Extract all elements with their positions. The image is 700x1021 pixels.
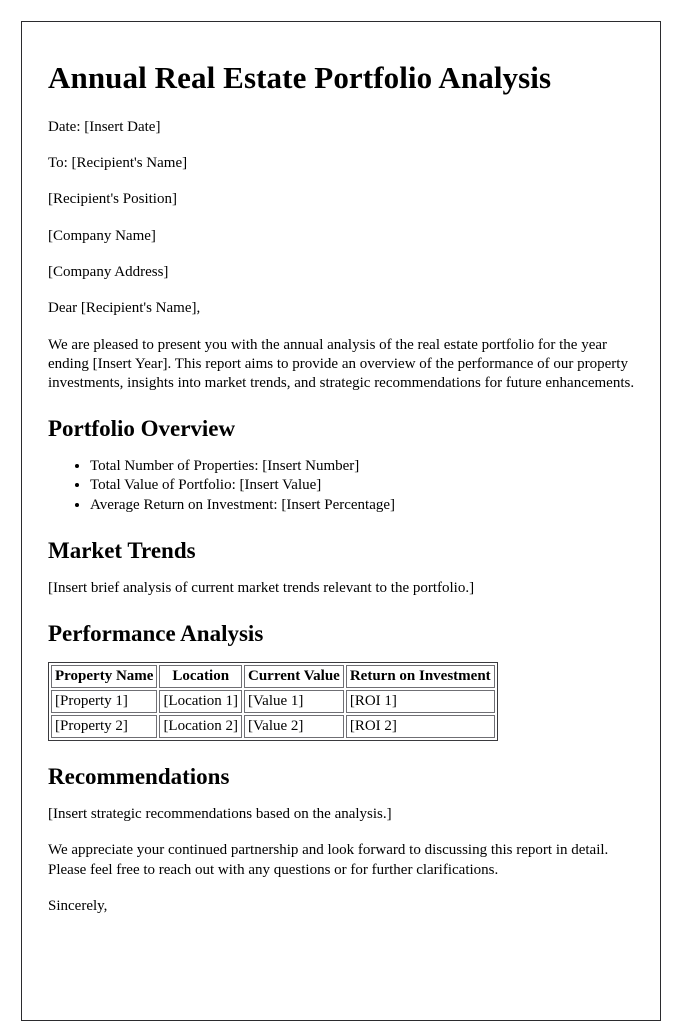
column-header-location: Location xyxy=(159,664,242,689)
column-header-property-name: Property Name xyxy=(51,664,158,689)
closing-block: We appreciate your continued partnership… xyxy=(48,841,636,916)
document-page: Annual Real Estate Portfolio Analysis Da… xyxy=(21,21,661,1021)
cell-return-on-investment: [ROI 1] xyxy=(345,690,495,714)
document-body: Annual Real Estate Portfolio Analysis Da… xyxy=(48,60,636,916)
date-line: Date: [Insert Date] xyxy=(48,118,161,135)
table-header-row: Property Name Location Current Value Ret… xyxy=(51,664,495,689)
column-header-return-on-investment: Return on Investment xyxy=(345,664,495,689)
cell-location: [Location 2] xyxy=(159,715,242,739)
cell-current-value: [Value 2] xyxy=(244,715,344,739)
list-item: Total Number of Properties: [Insert Numb… xyxy=(90,457,636,477)
closing-paragraph: We appreciate your continued partnership… xyxy=(48,842,609,878)
table-row: [Property 1] [Location 1] [Value 1] [ROI… xyxy=(51,690,495,714)
section-heading-market-trends: Market Trends xyxy=(48,538,196,564)
performance-analysis-table: Property Name Location Current Value Ret… xyxy=(48,661,498,742)
table-row: [Property 2] [Location 2] [Value 2] [ROI… xyxy=(51,715,495,739)
company-address-line: [Company Address] xyxy=(48,264,169,281)
recipient-name-line: To: [Recipient's Name] xyxy=(48,154,188,171)
salutation: Dear [Recipient's Name], xyxy=(48,300,201,317)
cell-current-value: [Value 1] xyxy=(244,690,344,714)
cell-location: [Location 1] xyxy=(159,690,242,714)
cell-property-name: [Property 2] xyxy=(51,715,158,739)
list-item: Total Value of Portfolio: [Insert Value] xyxy=(90,476,636,496)
cell-return-on-investment: [ROI 2] xyxy=(345,715,495,739)
section-heading-portfolio-overview: Portfolio Overview xyxy=(48,416,236,442)
screenshot-canvas: Annual Real Estate Portfolio Analysis Da… xyxy=(0,0,700,1021)
market-trends-body: [Insert brief analysis of current market… xyxy=(48,579,475,596)
column-header-current-value: Current Value xyxy=(244,664,344,689)
company-name-line: [Company Name] xyxy=(48,227,156,244)
page-title: Annual Real Estate Portfolio Analysis xyxy=(48,60,552,95)
section-heading-performance-analysis: Performance Analysis xyxy=(48,621,264,647)
portfolio-overview-list: Total Number of Properties: [Insert Numb… xyxy=(48,457,636,516)
section-heading-recommendations: Recommendations xyxy=(48,764,230,790)
intro-paragraph: We are pleased to present you with the a… xyxy=(48,336,635,392)
cell-property-name: [Property 1] xyxy=(51,690,158,714)
recommendations-body: [Insert strategic recommendations based … xyxy=(48,806,392,823)
list-item: Average Return on Investment: [Insert Pe… xyxy=(90,496,636,516)
recipient-position-line: [Recipient's Position] xyxy=(48,191,177,208)
